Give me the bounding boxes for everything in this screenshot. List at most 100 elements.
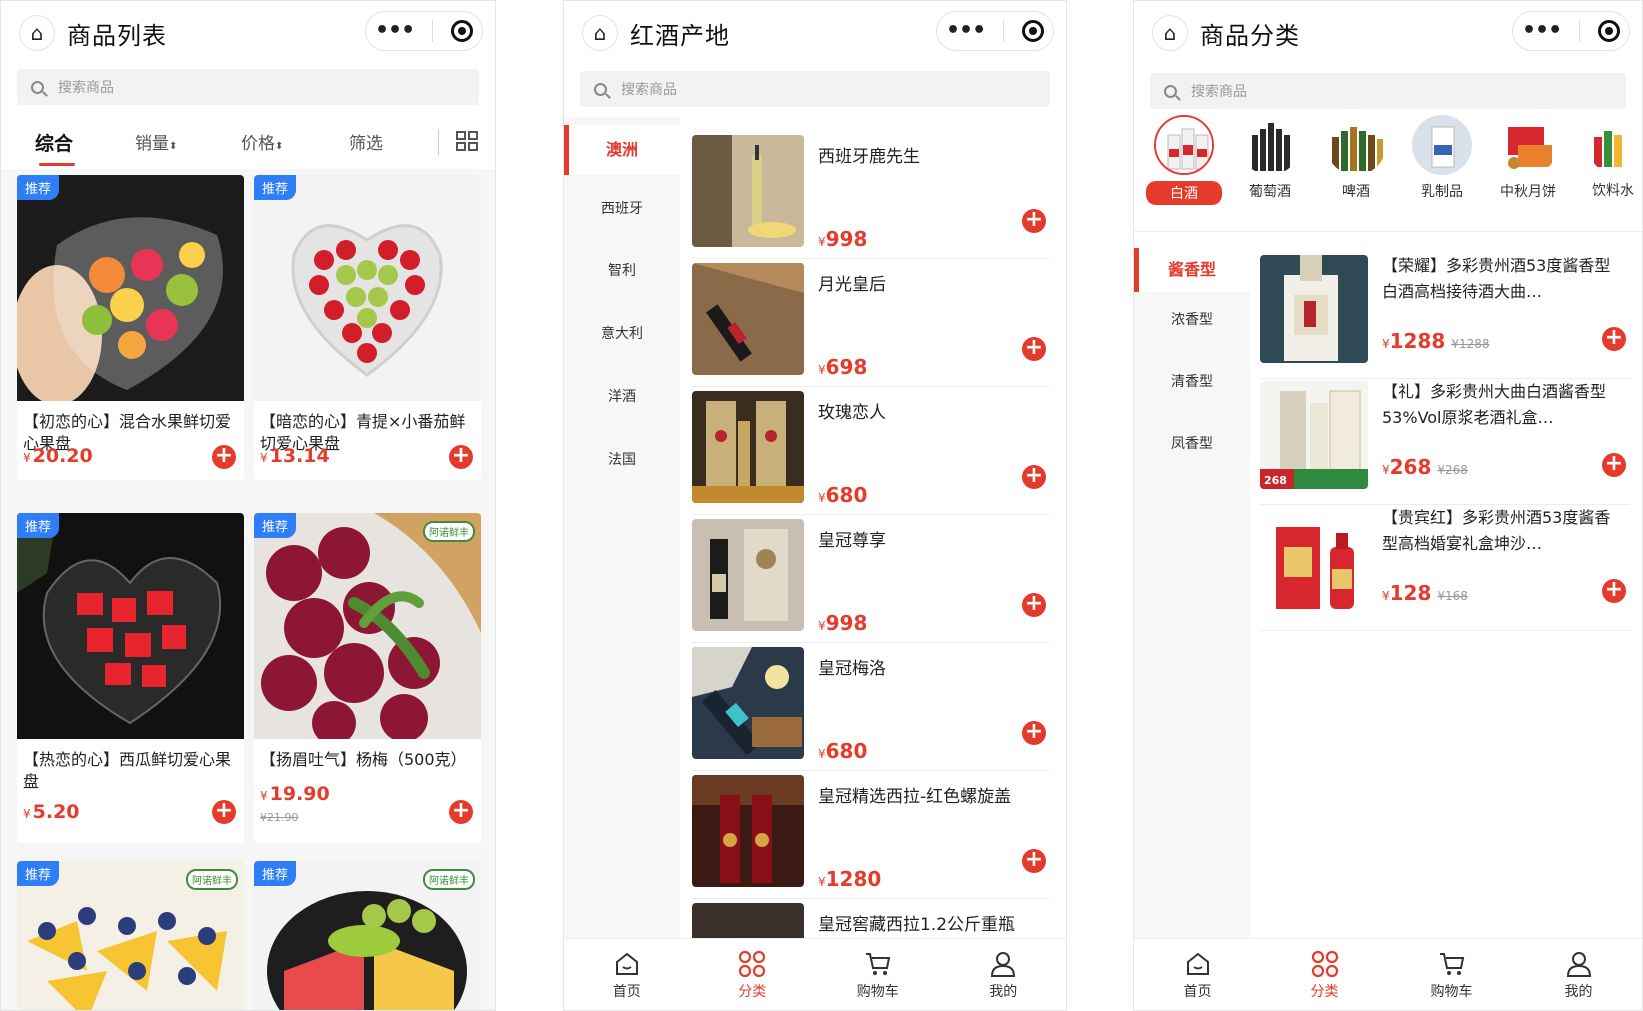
add-to-cart-button[interactable]: + <box>1022 465 1046 489</box>
product-image <box>692 263 804 375</box>
add-to-cart-button[interactable]: + <box>1022 849 1046 873</box>
add-to-cart-button[interactable]: + <box>449 445 473 469</box>
product-card[interactable]: 推荐 阿诺鲜丰 <box>17 861 244 1010</box>
nav-header: ⌂ 红酒产地 ••• <box>564 1 1066 65</box>
product-name: 【礼】多彩贵州大曲白酒酱香型53%Vol原浆老酒礼盒… <box>1382 382 1607 427</box>
sidebar-item-maotai-flavor[interactable]: 酱香型 <box>1134 248 1250 292</box>
sidebar-item-france[interactable]: 法国 <box>564 440 680 480</box>
tab-home[interactable]: 首页 <box>1134 939 1261 1010</box>
search-input[interactable]: 搜索商品 <box>1150 73 1626 109</box>
home-icon[interactable]: ⌂ <box>19 15 55 51</box>
product-row[interactable]: 玫瑰恋人 ¥680 + <box>692 387 1050 515</box>
product-row[interactable]: 【贵宾红】多彩贵州酒53度酱香型高档婚宴礼盒坤沙… ¥128 ¥168 + <box>1260 503 1630 631</box>
category-image <box>1240 115 1300 175</box>
search-input[interactable]: 搜索商品 <box>17 69 479 105</box>
tab-profile[interactable]: 我的 <box>1515 939 1642 1010</box>
product-card[interactable]: 推荐 【热恋的心】西瓜鲜切爱心果盘 ¥5.20 + <box>17 513 244 843</box>
close-miniapp-icon[interactable] <box>451 20 474 42</box>
sidebar-item-light-flavor[interactable]: 清香型 <box>1134 362 1250 402</box>
page-title: 红酒产地 <box>630 21 730 50</box>
sidebar-item-feng-flavor[interactable]: 凤香型 <box>1134 424 1250 464</box>
recommend-badge: 推荐 <box>17 861 60 886</box>
currency: ¥ <box>818 875 826 889</box>
search-placeholder: 搜索商品 <box>621 82 677 98</box>
product-price: ¥998 <box>818 611 867 635</box>
product-card[interactable]: 推荐 【暗恋的心】青提×小番茄鲜切爱心果盘 ¥13.14 + <box>254 175 481 480</box>
more-icon[interactable]: ••• <box>375 20 415 42</box>
category-label: 乳制品 <box>1421 184 1463 200</box>
tab-category[interactable]: 分类 <box>1261 939 1388 1010</box>
product-card[interactable]: 推荐 阿诺鲜丰 【扬眉吐气】杨梅（500克） ¥19.90 ¥21.90 + <box>254 513 481 843</box>
product-name: 【荣耀】多彩贵州酒53度酱香型白酒高档接待酒大曲… <box>1382 256 1611 301</box>
sidebar-item-australia[interactable]: 澳洲 <box>564 125 680 175</box>
search-icon <box>594 82 607 96</box>
close-miniapp-icon[interactable] <box>1598 20 1621 42</box>
tab-home[interactable]: 首页 <box>564 939 690 1010</box>
product-name: 皇冠精选西拉-红色螺旋盖 <box>818 787 1012 807</box>
product-name: 【热恋的心】西瓜鲜切爱心果盘 <box>23 750 232 791</box>
home-icon[interactable]: ⌂ <box>582 15 618 51</box>
product-image <box>692 775 804 887</box>
tab-label: 分类 <box>738 983 767 1000</box>
product-row[interactable]: 皇冠梅洛 ¥680 + <box>692 643 1050 771</box>
product-name: 皇冠梅洛 <box>818 659 886 679</box>
tab-profile[interactable]: 我的 <box>941 939 1067 1010</box>
product-row[interactable]: 268 【礼】多彩贵州大曲白酒酱香型53%Vol原浆老酒礼盒… ¥268 ¥268… <box>1260 377 1630 505</box>
category-baijiu[interactable]: 白酒 <box>1144 115 1224 205</box>
sidebar-item-chile[interactable]: 智利 <box>564 251 680 291</box>
cart-tab-icon <box>864 949 892 979</box>
add-to-cart-button[interactable]: + <box>1602 327 1626 351</box>
product-card[interactable]: 推荐 【初恋的心】混合水果鲜切爱心果盘 ¥20.20 + <box>17 175 244 480</box>
more-icon[interactable]: ••• <box>1522 20 1562 42</box>
category-image <box>1412 115 1472 175</box>
tab-category[interactable]: 分类 <box>690 939 816 1010</box>
add-to-cart-button[interactable]: + <box>212 445 236 469</box>
sort-sales[interactable]: 销量⬍ <box>135 129 177 154</box>
add-to-cart-button[interactable]: + <box>1022 209 1046 233</box>
tab-cart[interactable]: 购物车 <box>1388 939 1515 1010</box>
product-card[interactable]: 推荐 阿诺鲜丰 <box>254 861 481 1010</box>
category-wine[interactable]: 葡萄酒 <box>1230 115 1310 201</box>
close-miniapp-icon[interactable] <box>1022 20 1045 42</box>
menu-capsule: ••• <box>936 11 1054 51</box>
product-row[interactable]: 皇冠精选西拉-红色螺旋盖 ¥1280 + <box>692 771 1050 899</box>
add-to-cart-button[interactable]: + <box>1022 721 1046 745</box>
sidebar-item-foreign-liquor[interactable]: 洋酒 <box>564 377 680 417</box>
price-value: 680 <box>825 483 868 507</box>
price-value: 5.20 <box>32 801 80 823</box>
add-to-cart-button[interactable]: + <box>212 800 236 824</box>
add-to-cart-button[interactable]: + <box>449 800 473 824</box>
price-value: 1280 <box>825 867 882 891</box>
add-to-cart-button[interactable]: + <box>1602 579 1626 603</box>
add-to-cart-button[interactable]: + <box>1022 593 1046 617</box>
category-beverage[interactable]: 饮料水 <box>1574 115 1642 201</box>
home-tab-icon <box>1185 949 1211 979</box>
sidebar-item-strong-flavor[interactable]: 浓香型 <box>1134 300 1250 340</box>
category-mooncake[interactable]: 中秋月饼 <box>1488 115 1568 201</box>
search-input[interactable]: 搜索商品 <box>580 71 1050 107</box>
sort-price[interactable]: 价格⬍ <box>241 129 283 154</box>
category-dairy[interactable]: 乳制品 <box>1402 115 1482 201</box>
more-icon[interactable]: ••• <box>946 20 986 42</box>
product-row[interactable]: 【荣耀】多彩贵州酒53度酱香型白酒高档接待酒大曲… ¥1288 ¥1288 + <box>1260 251 1630 379</box>
tab-cart[interactable]: 购物车 <box>815 939 941 1010</box>
product-image <box>692 135 804 247</box>
product-row[interactable]: 西班牙鹿先生 ¥998 + <box>692 131 1050 259</box>
add-to-cart-button[interactable]: + <box>1602 453 1626 477</box>
sidebar-item-spain[interactable]: 西班牙 <box>564 189 680 229</box>
layout-toggle-icon[interactable] <box>456 131 478 151</box>
currency: ¥ <box>260 451 268 465</box>
product-image: 268 <box>1260 381 1368 489</box>
add-to-cart-button[interactable]: + <box>1022 337 1046 361</box>
product-name: 西班牙鹿先生 <box>818 147 920 167</box>
category-beer[interactable]: 啤酒 <box>1316 115 1396 201</box>
currency: ¥ <box>818 747 826 761</box>
product-row[interactable]: 皇冠尊享 ¥998 + <box>692 515 1050 643</box>
product-row[interactable]: 月光皇后 ¥698 + <box>692 259 1050 387</box>
sidebar-item-italy[interactable]: 意大利 <box>564 314 680 354</box>
divider <box>1134 231 1642 232</box>
sort-comprehensive[interactable]: 综合 <box>35 129 73 156</box>
filter-button[interactable]: 筛选 <box>349 129 383 154</box>
currency: ¥ <box>23 807 31 821</box>
home-icon[interactable]: ⌂ <box>1152 15 1188 51</box>
